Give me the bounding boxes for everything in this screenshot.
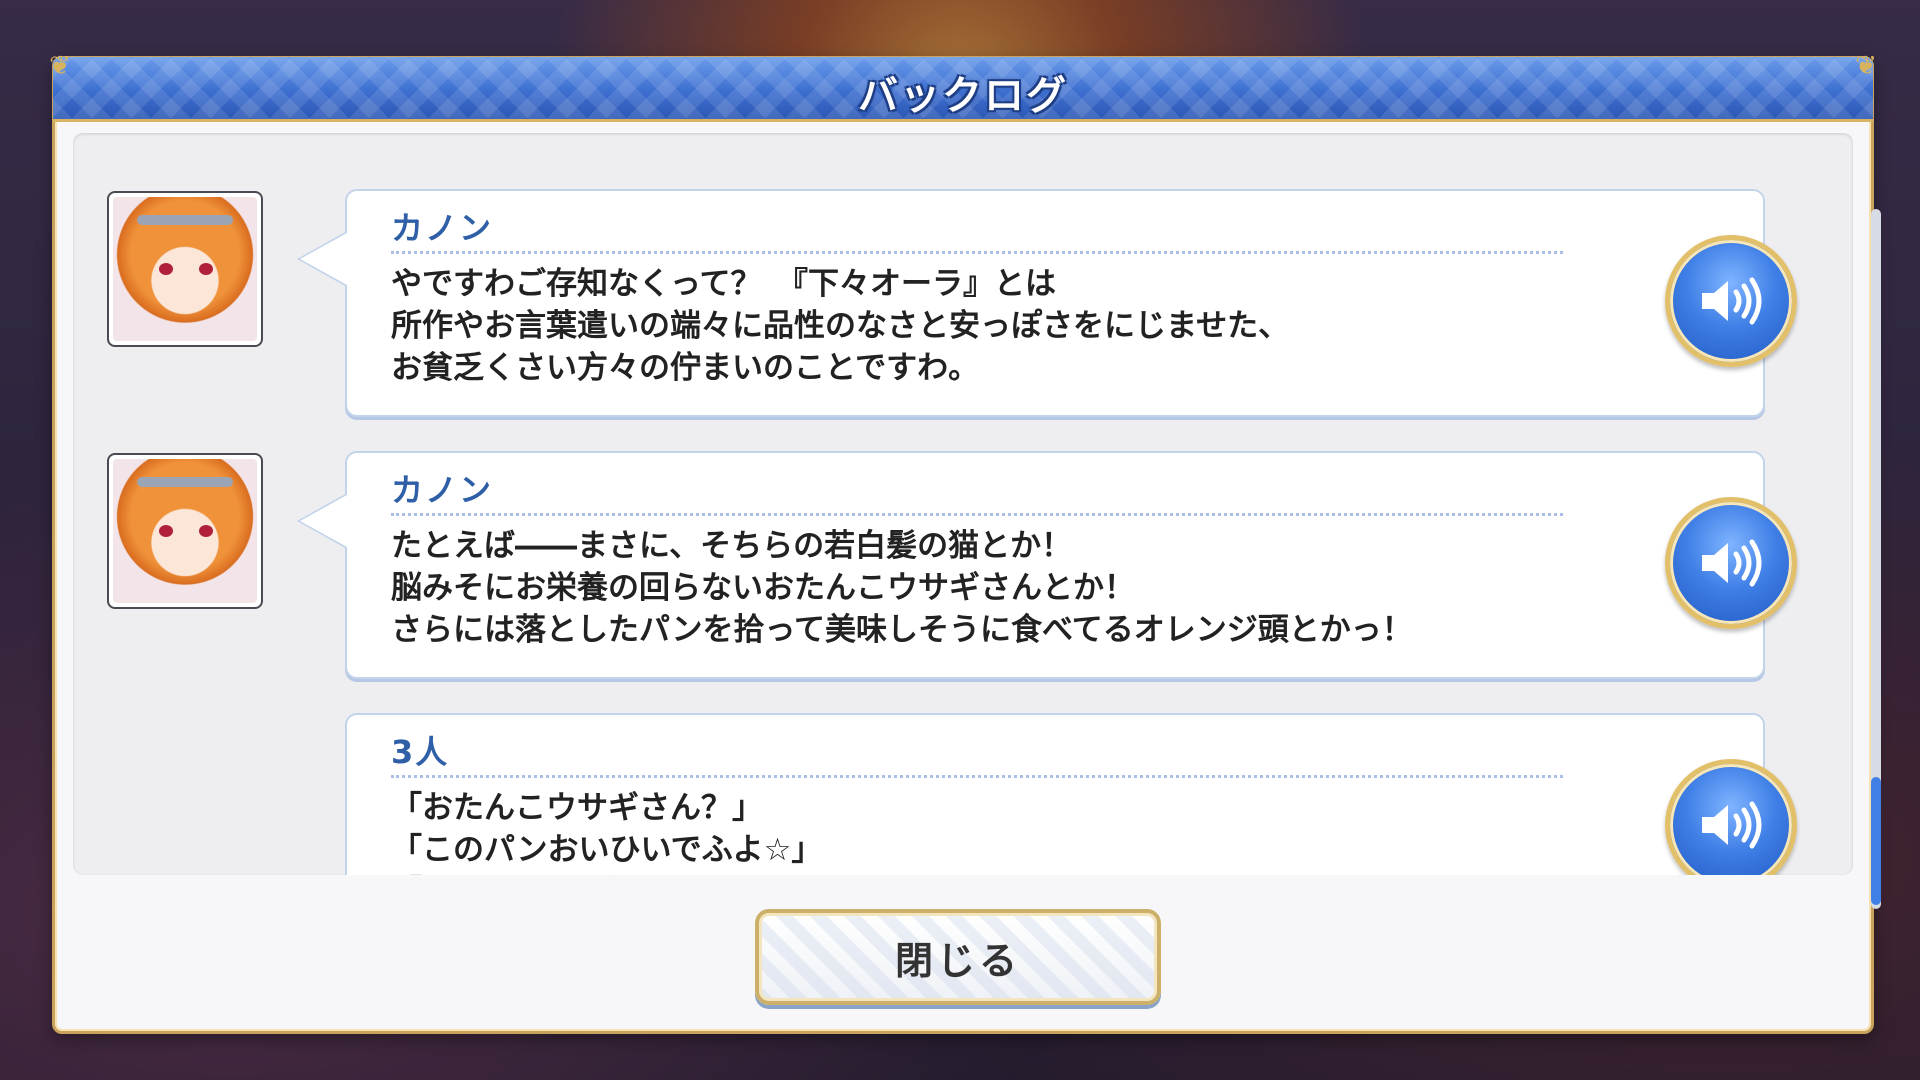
dialogue-text: やですわご存知なくって？ 『下々オーラ』とは 所作やお言葉遣いの端々に品性のなさ… [391, 266, 1290, 386]
divider [391, 775, 1563, 778]
ornament-icon: ❦ [1855, 51, 1877, 81]
speaker-icon [1702, 277, 1762, 325]
backlog-entry: 3人 「おたんこウサギさん？」 「このパンおいひいでふよ☆」 「何よあんた失礼ね… [73, 713, 1797, 875]
speaker-name: カノン [391, 471, 494, 509]
close-button[interactable]: 閉じる [755, 909, 1161, 1005]
speaker-name: 3人 [391, 733, 450, 771]
scrollbar-thumb[interactable] [1871, 777, 1881, 905]
voice-play-button[interactable] [1665, 759, 1797, 875]
dialogue-bubble: カノン やですわご存知なくって？ 『下々オーラ』とは 所作やお言葉遣いの端々に品… [297, 189, 1797, 417]
backlog-entry: カノン たとえば――まさに、そちらの若白髪の猫とか！ 脳みそにお栄養の回らないお… [73, 451, 1797, 683]
scrollbar[interactable] [1871, 209, 1881, 909]
dialogue-text: 「おたんこウサギさん？」 「このパンおいひいでふよ☆」 「何よあんた失礼ねっ！？… [391, 790, 823, 875]
dialog-title-bar: バックログ ❦ ❦ [49, 51, 1877, 122]
ornament-icon: ❦ [49, 51, 71, 81]
speaker-name: カノン [391, 209, 494, 247]
voice-play-button[interactable] [1665, 497, 1797, 629]
character-avatar [107, 453, 263, 609]
backlog-list[interactable]: カノン やですわご存知なくって？ 『下々オーラ』とは 所作やお言葉遣いの端々に品… [73, 133, 1853, 875]
speaker-icon [1702, 539, 1762, 587]
dialogue-text: たとえば――まさに、そちらの若白髪の猫とか！ 脳みそにお栄養の回らないおたんこウ… [391, 528, 1413, 648]
dialog-title: バックログ [858, 73, 1068, 119]
divider [391, 251, 1563, 254]
voice-play-button[interactable] [1665, 235, 1797, 367]
dialogue-bubble: カノン たとえば――まさに、そちらの若白髪の猫とか！ 脳みそにお栄養の回らないお… [297, 451, 1797, 679]
backlog-dialog: バックログ ❦ ❦ カノン やですわご存知なくって？ 『下々オーラ』とは 所作や… [49, 51, 1881, 1034]
character-avatar [107, 191, 263, 347]
divider [391, 513, 1563, 516]
speaker-icon [1702, 801, 1762, 849]
backlog-entry: カノン やですわご存知なくって？ 『下々オーラ』とは 所作やお言葉遣いの端々に品… [73, 189, 1797, 421]
dialogue-bubble: 3人 「おたんこウサギさん？」 「このパンおいひいでふよ☆」 「何よあんた失礼ね… [345, 713, 1797, 875]
